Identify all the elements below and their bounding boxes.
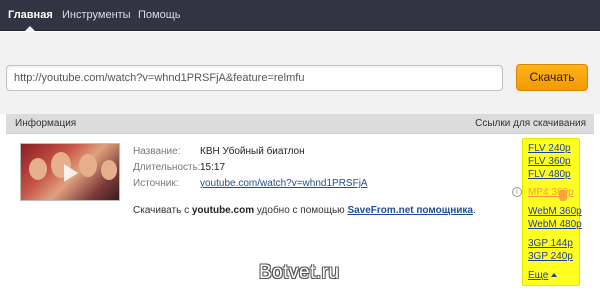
nav-item-home[interactable]: Главная <box>8 0 53 31</box>
promo-middle: удобно с помощью <box>256 205 345 216</box>
download-link-flv-360p[interactable]: FLV 360p <box>528 156 571 167</box>
source-link[interactable]: youtube.com/watch?v=whnd1PRSFjA <box>200 178 368 189</box>
savefrom-helper-link[interactable]: SaveFrom.net помощника <box>347 205 473 216</box>
watermark: Botvet.ru <box>259 262 340 283</box>
chevron-up-icon <box>551 273 558 277</box>
promo-suffix: . <box>472 205 476 216</box>
promo-text: Скачивать с youtube.com удобно с помощью… <box>133 205 476 216</box>
duration-value: 15:17 <box>200 162 226 173</box>
source-label: Источник: <box>133 178 179 189</box>
nav-item-tools[interactable]: Инструменты <box>62 0 131 31</box>
download-link-webm-480p[interactable]: WebM 480p <box>528 219 582 230</box>
more-label: Еще <box>528 270 549 281</box>
video-thumbnail[interactable] <box>20 143 120 201</box>
download-links-header: Ссылки для скачивания <box>475 118 586 129</box>
info-icon[interactable]: i <box>512 187 522 197</box>
top-nav: Главная Инструменты Помощь <box>0 0 600 31</box>
more-formats-link[interactable]: Еще <box>528 270 558 281</box>
download-button[interactable]: Скачать <box>516 64 588 91</box>
download-link-3gp-144p[interactable]: 3GP 144p <box>528 238 573 249</box>
download-link-webm-360p[interactable]: WebM 360p <box>528 206 582 217</box>
download-link-flv-480p[interactable]: FLV 480p <box>528 169 571 180</box>
title-value: КВН Убойный биатлон <box>200 146 305 157</box>
download-link-3gp-240p[interactable]: 3GP 240p <box>528 251 573 262</box>
thumbnail-face <box>101 160 117 180</box>
url-input[interactable] <box>6 65 503 91</box>
info-header: Информация <box>15 118 77 129</box>
title-label: Название: <box>133 146 181 157</box>
promo-site: youtube.com <box>191 205 255 216</box>
nav-item-help[interactable]: Помощь <box>138 0 181 31</box>
play-icon <box>64 164 78 182</box>
duration-label: Длительность: <box>133 162 201 173</box>
download-link-flv-240p[interactable]: FLV 240p <box>528 143 571 154</box>
promo-prefix: Скачивать с <box>133 205 190 216</box>
thumbnail-face <box>79 154 97 177</box>
thumbnail-face <box>29 158 47 180</box>
results-header: Информация Ссылки для скачивания <box>6 114 594 134</box>
hand-cursor-icon <box>559 190 567 201</box>
